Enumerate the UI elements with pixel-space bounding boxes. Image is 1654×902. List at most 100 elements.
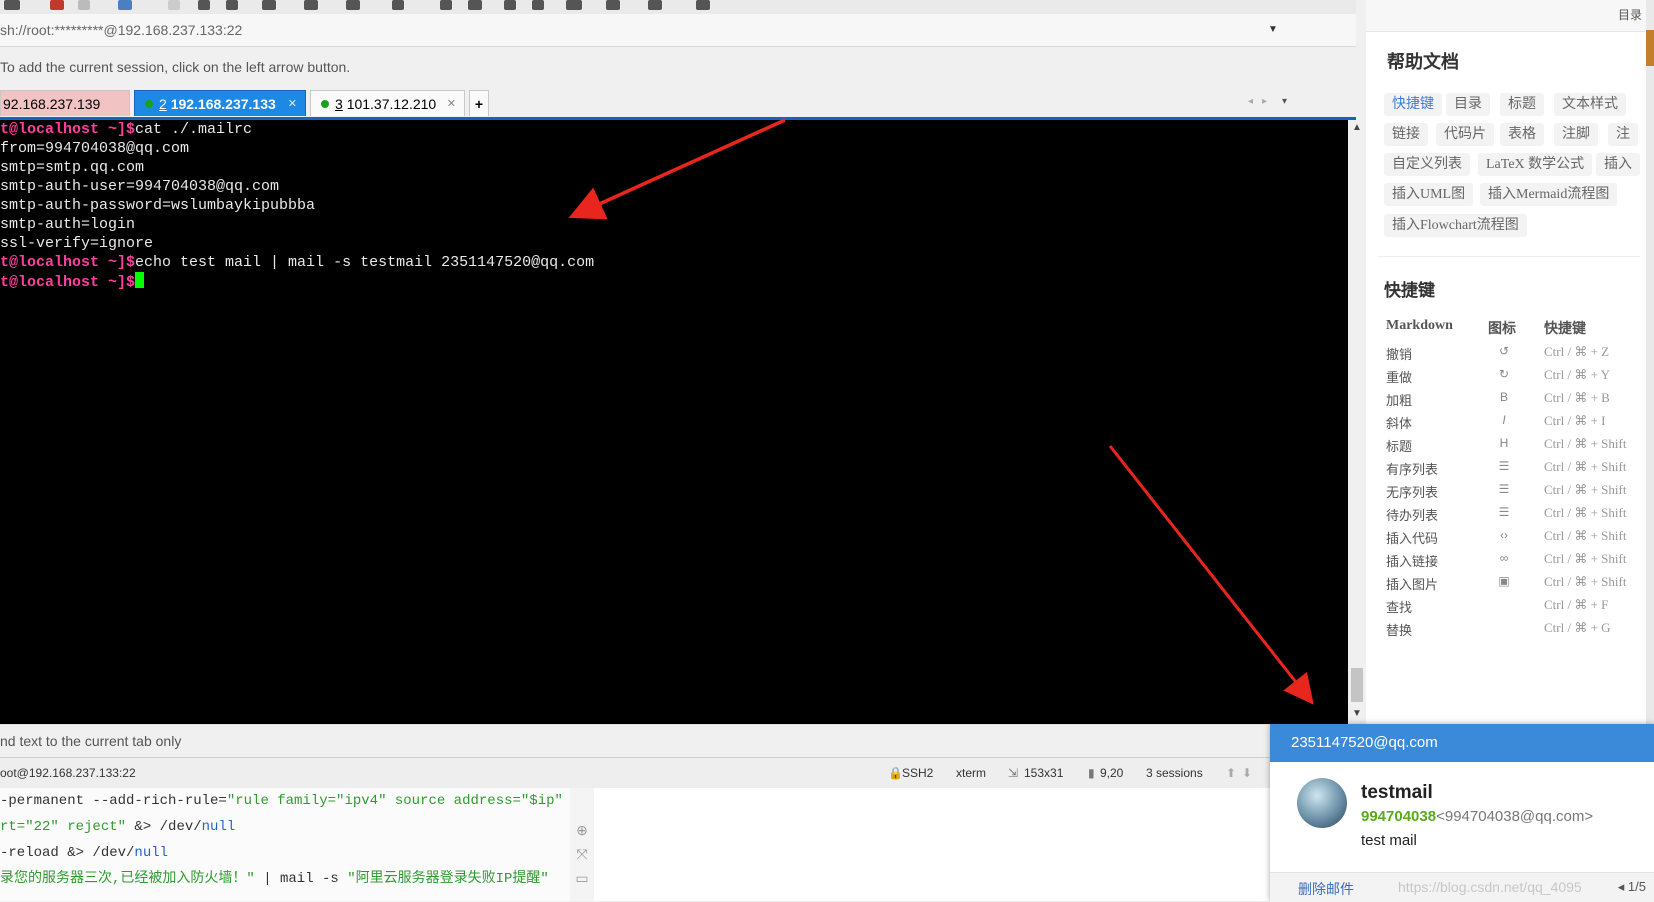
code-line: 录您的服务器三次,已经被加入防火墙！" | mail -s "阿里云服务器登录失… (0, 866, 570, 892)
tile-icon[interactable] (648, 0, 662, 10)
monitor-icon[interactable]: ▭ (574, 870, 590, 886)
print-icon[interactable] (262, 0, 276, 10)
col-shortcut: 快捷键 (1544, 322, 1586, 337)
code-text: -reload &> /dev/ (0, 845, 135, 861)
shortcut-key: Ctrl / ⌘ + Shift (1544, 436, 1627, 451)
shortcut-name: 加粗 (1386, 393, 1413, 408)
window-icon[interactable] (606, 0, 620, 10)
help-chip-text-style[interactable]: 文本样式 (1554, 93, 1626, 116)
tab-list-icon[interactable]: ▾ (1282, 96, 1287, 107)
shortcut-name: 斜体 (1386, 416, 1413, 431)
connected-status-icon (321, 100, 329, 108)
help-panel-scrollbar[interactable] (1646, 0, 1654, 724)
help-chip-insert[interactable]: 插入 (1596, 153, 1640, 176)
avatar (1297, 778, 1347, 828)
tab-scroll-left-icon[interactable]: ◂ (1248, 96, 1253, 107)
code-toolbar: ⊕ ⤧ ▭ (570, 788, 594, 901)
close-icon[interactable]: ✕ (288, 91, 297, 117)
help-chip-heading[interactable]: 标题 (1500, 93, 1544, 116)
help-chip-uml[interactable]: 插入UML图 (1384, 183, 1474, 206)
help-chip-link[interactable]: 链接 (1384, 123, 1428, 146)
shortcut-row: 有序列表 ☰ Ctrl / ⌘ + Shift (1366, 459, 1646, 483)
help-chip-comment[interactable]: 注 (1608, 123, 1638, 146)
terminal-command: echo test mail | mail -s testmail 235114… (135, 254, 595, 271)
mail-notification[interactable]: 2351147520@qq.com testmail 994704038<994… (1270, 724, 1654, 902)
close-icon[interactable]: ✕ (447, 91, 456, 117)
folder-icon[interactable] (4, 0, 20, 10)
help-chip-shortcuts[interactable]: 快捷键 (1384, 93, 1442, 116)
shortcut-key: Ctrl / ⌘ + Shift (1544, 482, 1627, 497)
redo-icon: ↻ (1498, 367, 1510, 381)
help-chip-latex[interactable]: LaTeX 数学公式 (1478, 153, 1593, 176)
shortcut-row: 替换 Ctrl / ⌘ + G (1366, 620, 1646, 644)
session-address[interactable]: sh://root:*********@192.168.237.133:22 (0, 22, 242, 38)
help-chip-table[interactable]: 表格 (1500, 123, 1544, 146)
notification-pager[interactable]: ◂ 1/5 (1618, 879, 1646, 895)
tab-scroll-right-icon[interactable]: ▸ (1262, 96, 1267, 107)
code-icon: ‹› (1500, 528, 1508, 542)
edit-icon[interactable] (50, 0, 64, 10)
cut-icon[interactable] (78, 0, 90, 10)
help-chip-footnote[interactable]: 注脚 (1554, 123, 1598, 146)
scrollbar-thumb[interactable] (1351, 668, 1363, 702)
scroll-down-icon[interactable]: ▼ (1350, 708, 1364, 719)
image-icon: ▣ (1498, 574, 1510, 588)
code-line: rt="22" reject" &> /dev/null (0, 814, 570, 840)
link-icon: ∞ (1499, 551, 1509, 565)
arrow-up-icon[interactable]: ⬆ (1226, 758, 1236, 788)
lock-icon[interactable] (532, 0, 544, 10)
terminal-scrollbar[interactable]: ▲ ▼ (1348, 120, 1366, 724)
help-chip-flowchart[interactable]: 插入Flowchart流程图 (1384, 214, 1527, 237)
chat-icon[interactable] (468, 0, 482, 10)
help-chip-mermaid[interactable]: 插入Mermaid流程图 (1480, 183, 1618, 206)
font-icon[interactable] (392, 0, 404, 10)
bold-icon: B (1499, 390, 1508, 404)
toc-button[interactable]: 目录 (1618, 6, 1642, 23)
globe-icon[interactable] (346, 0, 360, 10)
shortcut-key: Ctrl / ⌘ + Shift (1544, 528, 1627, 543)
session-hint-text: To add the current session, click on the… (0, 59, 351, 75)
status-protocol: SSH2 (902, 766, 934, 780)
tab-session-1[interactable]: 92.168.237.139 (0, 90, 130, 116)
target-icon[interactable]: ⊕ (574, 822, 590, 838)
code-blank-area (594, 788, 1270, 901)
tab-session-3[interactable]: 3 101.37.12.210 ✕ (310, 90, 465, 116)
add-tab-button[interactable]: + (469, 90, 489, 116)
delete-mail-button[interactable]: 删除邮件 (1298, 879, 1354, 899)
terminal-line: smtp-auth-password=wslumbaykipubbba (0, 197, 316, 214)
prev-icon[interactable]: ◂ (1618, 879, 1625, 894)
help-chip-toc[interactable]: 目录 (1446, 93, 1490, 116)
shortcut-row: 待办列表 ☰ Ctrl / ⌘ + Shift (1366, 505, 1646, 529)
shortcut-row: 查找 Ctrl / ⌘ + F (1366, 597, 1646, 621)
scroll-up-icon[interactable]: ▲ (1350, 122, 1364, 133)
code-line: -permanent --add-rich-rule="rule family=… (0, 788, 570, 814)
search-icon[interactable] (226, 0, 238, 10)
refresh-icon[interactable] (440, 0, 452, 10)
help-icon[interactable] (696, 0, 710, 10)
help-panel: 目录 帮助文档 快捷键 目录 标题 文本样式 链接 代码片 表格 注脚 注 自定… (1366, 0, 1646, 724)
terminal-output[interactable]: t@localhost ~]$cat ./.mailrc from=994704… (0, 120, 1348, 724)
session-address-bar[interactable]: sh://root:*********@192.168.237.133:22 ▼ (0, 14, 1356, 47)
layout-icon[interactable] (304, 0, 318, 10)
paste-icon[interactable] (198, 0, 210, 10)
keyboard-icon[interactable] (566, 0, 582, 10)
copy-icon[interactable] (168, 0, 180, 10)
mail-subject[interactable]: testmail (1361, 782, 1433, 804)
shortcut-key: Ctrl / ⌘ + B (1544, 390, 1610, 405)
tab-session-2[interactable]: 2 192.168.237.133 ✕ (134, 90, 306, 116)
mail-body: test mail (1361, 832, 1417, 849)
help-chip-custom-list[interactable]: 自定义列表 (1384, 153, 1470, 176)
help-chip-code[interactable]: 代码片 (1436, 123, 1494, 146)
transfer-icon[interactable] (504, 0, 516, 10)
italic-icon: I (1502, 413, 1506, 427)
expand-icon[interactable]: ⤧ (574, 846, 590, 862)
status-cursor: 9,20 (1100, 766, 1124, 780)
shortcut-row: 加粗 B Ctrl / ⌘ + B (1366, 390, 1646, 414)
session-hint: To add the current session, click on the… (0, 47, 1356, 87)
undo-icon: ↺ (1498, 344, 1510, 358)
compose-bar[interactable]: nd text to the current tab only (0, 724, 1270, 757)
settings-icon[interactable] (118, 0, 132, 10)
code-snippet: -permanent --add-rich-rule="rule family=… (0, 788, 570, 901)
chevron-down-icon[interactable]: ▼ (1268, 14, 1278, 46)
arrow-down-icon[interactable]: ⬇ (1242, 758, 1252, 788)
